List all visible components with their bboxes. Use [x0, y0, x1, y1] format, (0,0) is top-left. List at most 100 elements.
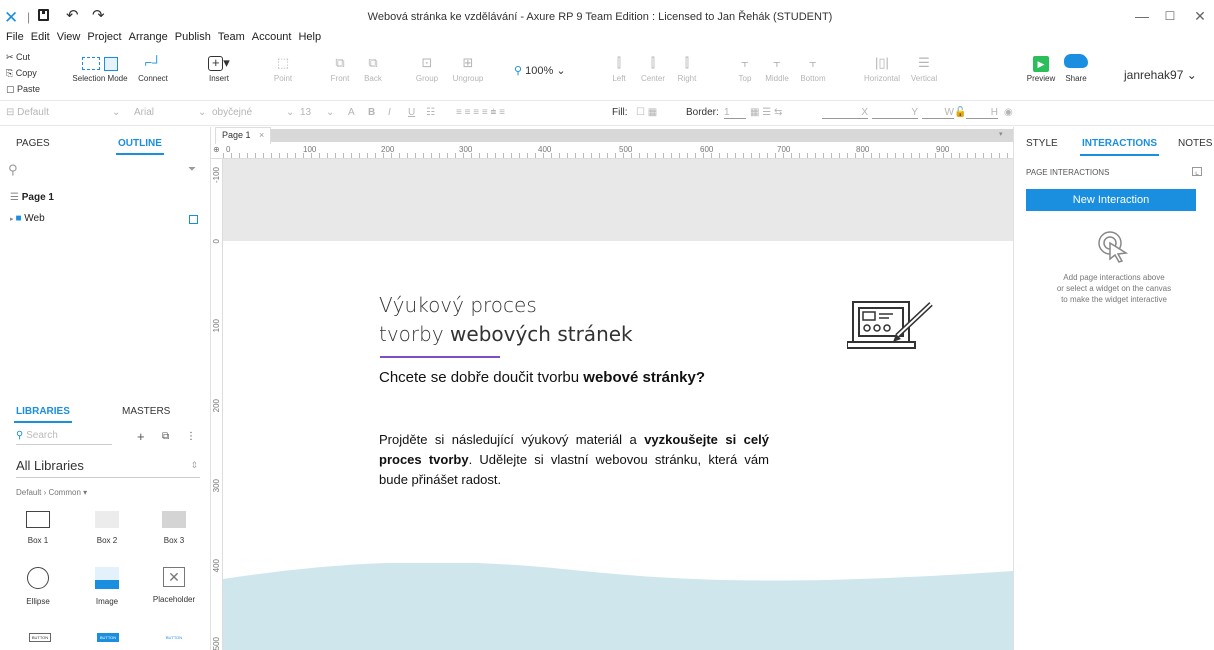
filter-icon[interactable]: ⏷ [188, 164, 196, 175]
tab-libraries[interactable]: LIBRARIES [14, 406, 72, 423]
share-button[interactable]: Share [1060, 54, 1092, 83]
tab-outline[interactable]: OUTLINE [116, 138, 164, 155]
menu-edit[interactable]: Edit [31, 31, 50, 43]
font-dropdown[interactable]: Arial [134, 107, 154, 118]
align-top-button[interactable]: ⫟ Top [732, 54, 758, 83]
preview-button[interactable]: ▶ Preview [1024, 54, 1058, 83]
copy-button[interactable]: ⎘ Copy [6, 68, 37, 79]
widget-link-button[interactable]: BUTTON [150, 633, 198, 642]
italic-icon[interactable]: I [388, 107, 391, 118]
new-interaction-button[interactable]: New Interaction [1026, 189, 1196, 211]
interaction-expand-icon[interactable]: ⌞ [1192, 167, 1202, 176]
hero-heading[interactable]: Výukový proces tvorby webových stránek [379, 291, 633, 349]
menu-view[interactable]: View [57, 31, 81, 43]
account-menu[interactable]: janrehak97 ⌄ [1124, 68, 1210, 82]
design-canvas[interactable]: Výukový proces tvorby webových stránek C… [223, 159, 1013, 650]
tab-masters[interactable]: MASTERS [122, 406, 170, 417]
tab-notes[interactable]: NOTES [1178, 138, 1212, 149]
widget-primary-button[interactable]: BUTTON [84, 633, 132, 642]
font-color-icon[interactable]: A [348, 107, 355, 118]
axure-logo-icon[interactable]: ✕ [4, 8, 20, 27]
redo-icon[interactable]: ↷ [92, 6, 105, 24]
menu-publish[interactable]: Publish [175, 31, 211, 43]
border-style-icons[interactable]: ▦ ☰ ⇆ [750, 107, 782, 118]
cut-button[interactable]: ✂ Cut [6, 52, 30, 63]
border-width-field[interactable]: 1 [724, 107, 746, 119]
heading-underline[interactable] [380, 356, 500, 358]
laptop-pencil-icon[interactable] [846, 296, 943, 366]
lock-icon[interactable]: 🔓 [954, 107, 966, 118]
tab-pages[interactable]: PAGES [16, 138, 50, 149]
library-folder-icon[interactable]: ⧉ [162, 431, 169, 442]
widget-image[interactable]: Image [83, 567, 131, 606]
zoom-dropdown[interactable]: ⚲ 100% ⌄ [514, 64, 574, 77]
align-center-button[interactable]: ⫿ Center [638, 54, 668, 83]
widget-box-1[interactable]: Box 1 [14, 511, 62, 545]
widget-ellipse[interactable]: Ellipse [14, 567, 62, 606]
font-weight-dropdown[interactable]: obyčejné [212, 107, 252, 118]
search-icon: ⚲ [16, 430, 27, 441]
menu-file[interactable]: File [6, 31, 24, 43]
close-tab-icon[interactable]: × [259, 130, 264, 140]
menu-account[interactable]: Account [252, 31, 292, 43]
outline-folder-item[interactable]: ▸ ■ Web [10, 213, 45, 224]
add-library-icon[interactable]: + [137, 429, 145, 444]
insert-button[interactable]: + ▾ Insert [204, 54, 234, 83]
wave-shape[interactable] [223, 563, 1013, 650]
outline-page-item[interactable]: ☰ Page 1 [10, 192, 54, 203]
search-icon[interactable]: ⚲ [8, 162, 18, 178]
library-breadcrumb[interactable]: Default › Common ▾ [16, 488, 87, 497]
w-field[interactable]: W [922, 107, 954, 119]
tab-interactions[interactable]: INTERACTIONS [1080, 138, 1159, 156]
save-icon[interactable] [38, 9, 49, 21]
point-button[interactable]: ⬚ Point [268, 54, 298, 83]
widget-placeholder[interactable]: ✕ Placeholder [150, 567, 198, 604]
ungroup-icon: ⊞ [462, 55, 474, 70]
widget-button[interactable]: BUTTON [16, 633, 64, 642]
menu-team[interactable]: Team [218, 31, 245, 43]
library-search-input[interactable]: ⚲ Search [16, 430, 112, 445]
align-bottom-button[interactable]: ⫟ Bottom [798, 54, 828, 83]
bold-icon[interactable]: B [368, 107, 375, 118]
font-size-dropdown[interactable]: 13 [300, 107, 311, 118]
paste-button[interactable]: ▢ Paste [6, 84, 40, 95]
ungroup-button[interactable]: ⊞ Ungroup [450, 54, 486, 83]
align-text-icons[interactable]: ≡ ≡ ≡ ≡ ⩧ ≡ [456, 107, 505, 118]
tab-page-1[interactable]: Page 1 × [215, 127, 271, 144]
hero-subheading[interactable]: Chcete se dobře doučit tvorbu webové str… [379, 369, 705, 386]
selection-mode-button[interactable]: Selection Mode [70, 54, 130, 83]
front-button[interactable]: ⧉ Front [325, 54, 355, 83]
connect-button[interactable]: ⌐┘ Connect [136, 54, 170, 83]
h-field[interactable]: H [966, 107, 998, 119]
undo-icon[interactable]: ↶ [66, 6, 79, 24]
align-right-icon: ⫿ [684, 55, 690, 70]
menu-arrange[interactable]: Arrange [129, 31, 168, 43]
close-button[interactable]: ✕ [1190, 8, 1210, 25]
maximize-button[interactable]: ☐ [1160, 9, 1180, 23]
library-dropdown[interactable]: All Libraries ⇕ [16, 458, 200, 478]
more-options-icon[interactable]: ⋮ [186, 431, 196, 442]
tab-style[interactable]: STYLE [1026, 138, 1058, 149]
tab-list-chevron-icon[interactable]: ▾ [999, 130, 1003, 138]
hero-paragraph[interactable]: Projděte si následující výukový materiál… [379, 430, 769, 490]
dynamic-panel-icon[interactable] [189, 215, 198, 224]
back-button[interactable]: ⧉ Back [358, 54, 388, 83]
minimize-button[interactable]: — [1132, 8, 1152, 24]
align-middle-button[interactable]: ⫟ Middle [762, 54, 792, 83]
align-left-button[interactable]: ⫿ Left [606, 54, 632, 83]
menu-project[interactable]: Project [87, 31, 121, 43]
bullet-list-icon[interactable]: ☷ [426, 107, 435, 118]
align-right-button[interactable]: ⫿ Right [674, 54, 700, 83]
distribute-horizontal-button[interactable]: |▯| Horizontal [860, 54, 904, 83]
group-button[interactable]: ⊡ Group [412, 54, 442, 83]
fill-color-swatch[interactable]: ☐ ▦ [636, 107, 657, 118]
menu-help[interactable]: Help [298, 31, 321, 43]
underline-icon[interactable]: U [408, 107, 415, 118]
y-field[interactable]: Y [872, 107, 918, 119]
style-dropdown[interactable]: ⊟ Default [6, 107, 49, 118]
widget-box-2[interactable]: Box 2 [83, 511, 131, 545]
widget-box-3[interactable]: Box 3 [150, 511, 198, 545]
distribute-vertical-button[interactable]: ☰ Vertical [904, 54, 944, 83]
visibility-eye-icon[interactable]: ◉ [1004, 107, 1013, 118]
x-field[interactable]: X [822, 107, 868, 119]
